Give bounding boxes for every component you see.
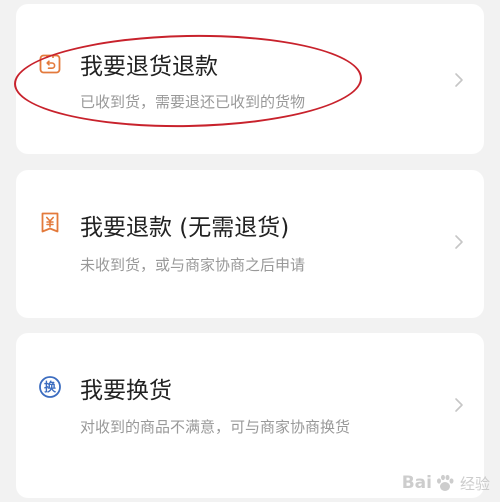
watermark-brand: Bai	[401, 473, 432, 493]
refund-only-option[interactable]: 我要退款 (无需退货) 未收到货，或与商家协商之后申请	[16, 170, 484, 318]
exchange-icon-char: 换	[44, 379, 57, 394]
exchange-icon: 换	[38, 375, 62, 399]
option-subtitle: 已收到货，需要退还已收到的货物	[80, 93, 306, 111]
yen-refund-icon	[38, 211, 62, 235]
return-and-refund-option[interactable]: 我要退货退款 已收到货，需要退还已收到的货物	[16, 4, 484, 154]
chevron-right-icon	[454, 397, 464, 413]
paw-logo-icon	[434, 472, 456, 494]
option-title: 我要退款 (无需退货)	[80, 215, 290, 241]
chevron-right-icon	[454, 234, 464, 250]
option-title: 我要退货退款	[80, 54, 218, 80]
option-title: 我要换货	[80, 378, 172, 404]
chevron-right-icon	[454, 72, 464, 88]
option-subtitle: 对收到的商品不满意，可与商家协商换货	[80, 418, 351, 436]
option-subtitle: 未收到货，或与商家协商之后申请	[80, 256, 306, 274]
return-package-icon	[38, 52, 62, 76]
watermark-suffix: 经验	[459, 474, 490, 493]
watermark: Bai 经验	[402, 468, 490, 498]
